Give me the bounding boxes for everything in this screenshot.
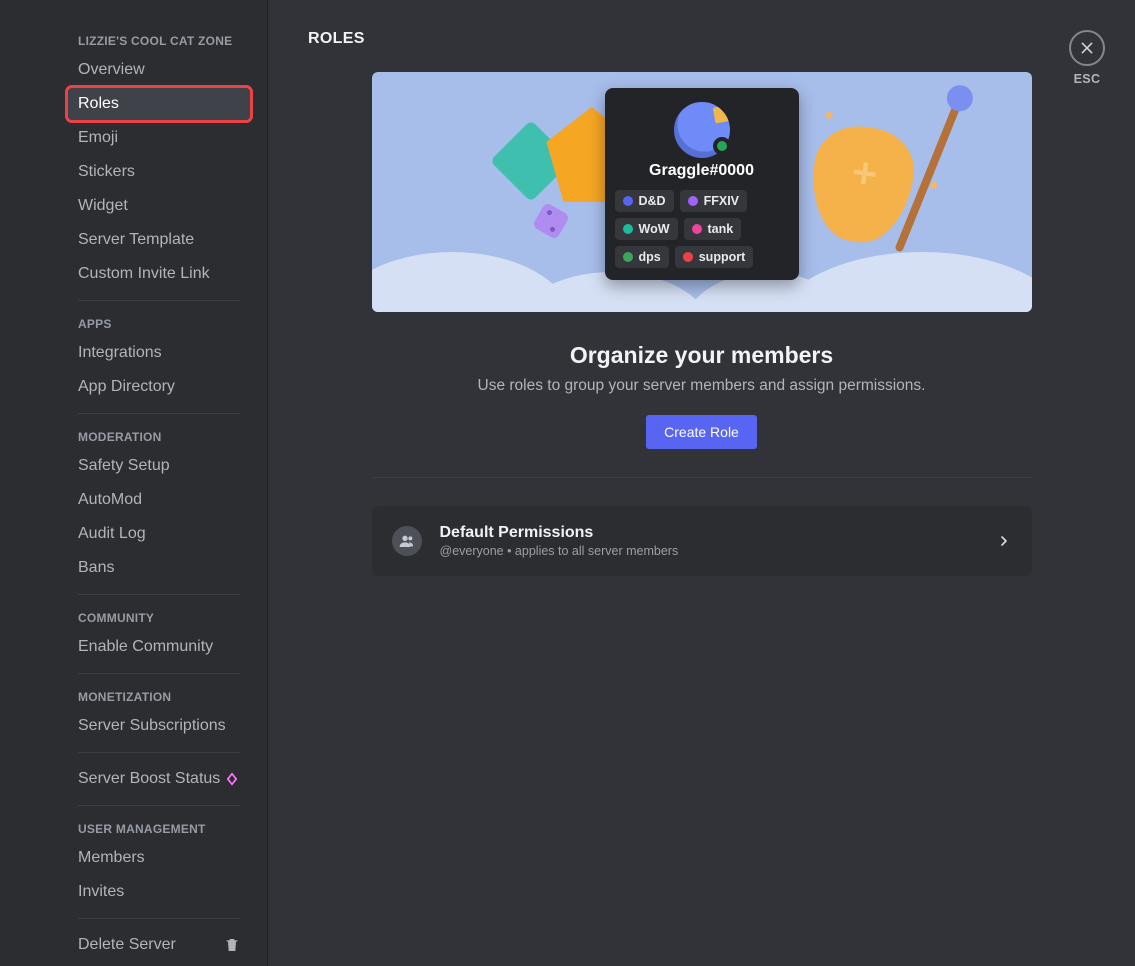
- sidebar-item-safety-setup[interactable]: Safety Setup: [68, 450, 250, 482]
- settings-sidebar: LIZZIE'S COOL CAT ZONE Overview Roles Em…: [0, 0, 268, 966]
- divider: [78, 752, 240, 753]
- section-monetization: MONETIZATION: [68, 684, 250, 710]
- divider: [78, 673, 240, 674]
- role-color-dot: [623, 252, 633, 262]
- close-label: ESC: [1069, 72, 1105, 86]
- roles-promo: Organize your members Use roles to group…: [372, 342, 1032, 449]
- divider: [372, 477, 1032, 478]
- role-chip: WoW: [615, 218, 678, 240]
- section-community: COMMUNITY: [68, 605, 250, 631]
- create-role-button[interactable]: Create Role: [646, 415, 757, 449]
- status-online-icon: [713, 137, 731, 155]
- sidebar-item-bans[interactable]: Bans: [68, 552, 250, 584]
- divider: [78, 300, 240, 301]
- sidebar-item-automod[interactable]: AutoMod: [68, 484, 250, 516]
- role-chip: tank: [684, 218, 742, 240]
- trash-icon: [224, 937, 240, 953]
- server-name-header: LIZZIE'S COOL CAT ZONE: [68, 28, 250, 54]
- members-icon: [392, 526, 422, 556]
- boost-gem-icon: [224, 771, 240, 787]
- sidebar-item-roles[interactable]: Roles: [68, 88, 250, 120]
- page-title: ROLES: [308, 30, 1095, 48]
- section-moderation: MODERATION: [68, 424, 250, 450]
- sidebar-item-integrations[interactable]: Integrations: [68, 337, 250, 369]
- divider: [78, 918, 240, 919]
- divider: [78, 413, 240, 414]
- role-color-dot: [692, 224, 702, 234]
- divider: [78, 805, 240, 806]
- sparkle-icon: [929, 181, 937, 189]
- sidebar-item-app-directory[interactable]: App Directory: [68, 371, 250, 403]
- sidebar-item-server-boost-status[interactable]: Server Boost Status: [68, 763, 250, 795]
- section-user-management: USER MANAGEMENT: [68, 816, 250, 842]
- role-chip: D&D: [615, 190, 674, 212]
- sidebar-item-server-template[interactable]: Server Template: [68, 224, 250, 256]
- default-permissions-row[interactable]: Default Permissions @everyone • applies …: [372, 506, 1032, 576]
- promo-heading: Organize your members: [372, 342, 1032, 369]
- role-chip: FFXIV: [680, 190, 747, 212]
- close-button[interactable]: [1069, 30, 1105, 66]
- role-chip-list: D&D FFXIV WoW tank dps support: [615, 190, 789, 268]
- sample-profile-card: Graggle#0000 D&D FFXIV WoW tank dps supp…: [605, 88, 799, 280]
- section-apps: APPS: [68, 311, 250, 337]
- default-permissions-title: Default Permissions: [440, 524, 996, 542]
- sidebar-item-enable-community[interactable]: Enable Community: [68, 631, 250, 663]
- role-color-dot: [683, 252, 693, 262]
- role-color-dot: [623, 196, 633, 206]
- sidebar-item-delete-server[interactable]: Delete Server: [68, 929, 250, 961]
- chevron-right-icon: [996, 533, 1012, 549]
- sidebar-item-custom-invite-link[interactable]: Custom Invite Link: [68, 258, 250, 290]
- username: Graggle#0000: [615, 162, 789, 180]
- sidebar-item-emoji[interactable]: Emoji: [68, 122, 250, 154]
- default-permissions-sub: @everyone • applies to all server member…: [440, 544, 996, 558]
- role-chip: dps: [615, 246, 669, 268]
- sidebar-item-widget[interactable]: Widget: [68, 190, 250, 222]
- sidebar-item-server-subscriptions[interactable]: Server Subscriptions: [68, 710, 250, 742]
- role-color-dot: [623, 224, 633, 234]
- roles-hero-illustration: Graggle#0000 D&D FFXIV WoW tank dps supp…: [372, 72, 1032, 312]
- promo-sub: Use roles to group your server members a…: [372, 377, 1032, 395]
- content-area: ESC ROLES Graggle#0000 D&D FFXIV WoW tan…: [268, 0, 1135, 966]
- sidebar-item-invites[interactable]: Invites: [68, 876, 250, 908]
- role-chip: support: [675, 246, 754, 268]
- sidebar-item-members[interactable]: Members: [68, 842, 250, 874]
- role-color-dot: [688, 196, 698, 206]
- sidebar-item-audit-log[interactable]: Audit Log: [68, 518, 250, 550]
- sparkle-icon: [824, 111, 832, 119]
- sidebar-item-stickers[interactable]: Stickers: [68, 156, 250, 188]
- divider: [78, 594, 240, 595]
- sidebar-item-overview[interactable]: Overview: [68, 54, 250, 86]
